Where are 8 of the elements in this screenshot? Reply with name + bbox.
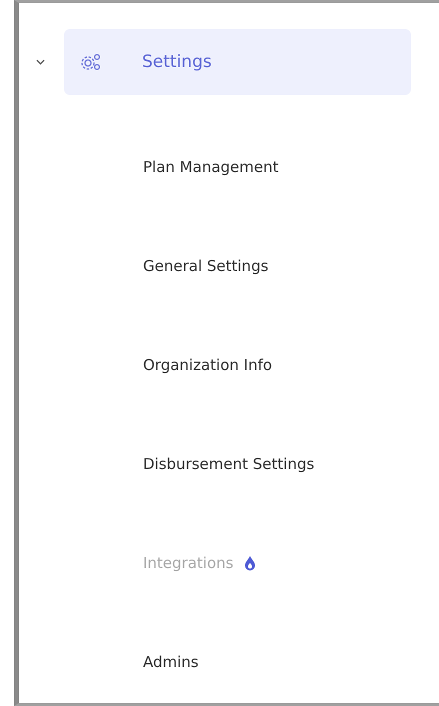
nav-link[interactable]: General Settings [143,256,268,274]
gears-icon [80,52,102,72]
nav-link[interactable]: Disbursement Settings [143,454,314,472]
nav-link[interactable]: Plan Management [143,158,278,176]
nav-link[interactable]: Admins [143,652,199,670]
settings-nav-item[interactable]: Settings [64,29,411,95]
nav-link[interactable]: Organization Info [143,356,272,374]
chevron-down-icon[interactable] [36,59,45,65]
